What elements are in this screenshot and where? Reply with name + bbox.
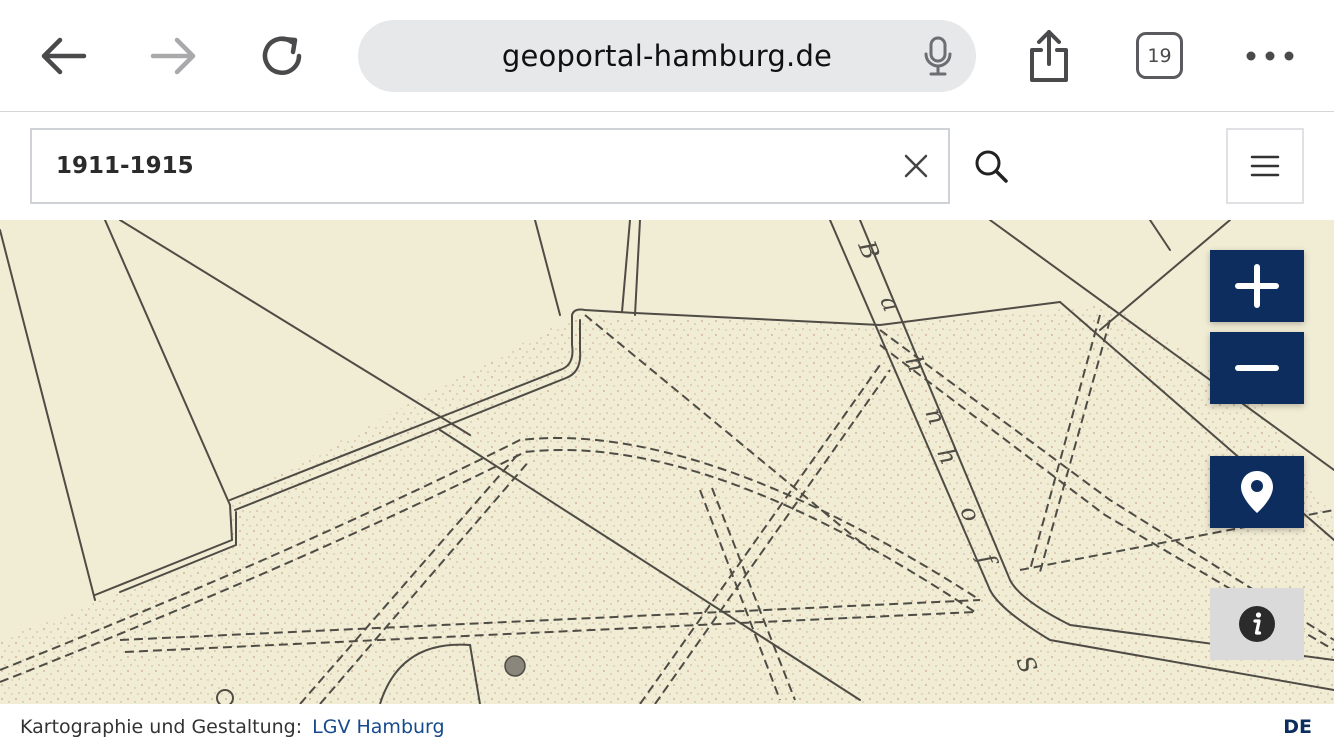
hamburger-menu-icon (1250, 155, 1280, 177)
reload-icon (262, 36, 302, 75)
info-icon (1239, 606, 1275, 642)
back-arrow-icon (41, 37, 87, 75)
location-pin-icon (1241, 471, 1273, 513)
search-value: 1911-1915 (56, 153, 194, 179)
zoom-in-button[interactable] (1210, 250, 1304, 322)
tab-count: 19 (1147, 44, 1172, 67)
zoom-out-icon (1235, 365, 1279, 371)
tabs-button[interactable]: 19 (1136, 32, 1183, 79)
share-button[interactable] (1021, 28, 1077, 84)
clear-icon (904, 154, 928, 178)
microphone-icon[interactable] (922, 36, 954, 76)
info-button[interactable] (1210, 588, 1304, 660)
reload-button[interactable] (256, 28, 312, 84)
historic-map-layer: B a h n h o f S (0, 220, 1334, 704)
search-button[interactable] (948, 128, 1031, 204)
menu-button[interactable] (1226, 128, 1304, 204)
search-input[interactable]: 1911-1915 (30, 128, 1031, 204)
zoom-out-button[interactable] (1210, 332, 1304, 404)
clear-search-button[interactable] (896, 146, 936, 186)
more-icon (1246, 51, 1294, 61)
forward-arrow-icon (150, 37, 196, 75)
map-view[interactable]: B a h n h o f S (0, 220, 1334, 704)
attribution-link[interactable]: LGV Hamburg (312, 716, 444, 738)
browser-toolbar: geoportal-hamburg.de 19 (0, 0, 1334, 112)
back-button[interactable] (35, 28, 91, 84)
language-switch[interactable]: DE (1283, 704, 1312, 750)
attribution: Kartographie und Gestaltung: LGV Hamburg (20, 704, 445, 750)
share-icon (1030, 30, 1068, 82)
address-bar[interactable]: geoportal-hamburg.de (358, 20, 976, 92)
url-text: geoportal-hamburg.de (501, 39, 833, 73)
locate-button[interactable] (1210, 456, 1304, 528)
search-icon (975, 150, 1008, 183)
more-button[interactable] (1242, 28, 1298, 84)
forward-button[interactable] (146, 28, 202, 84)
app-header: 1911-1915 (0, 113, 1334, 220)
zoom-in-icon (1235, 264, 1279, 308)
attribution-label: Kartographie und Gestaltung: (20, 716, 303, 738)
footer: Kartographie und Gestaltung: LGV Hamburg … (0, 704, 1334, 750)
